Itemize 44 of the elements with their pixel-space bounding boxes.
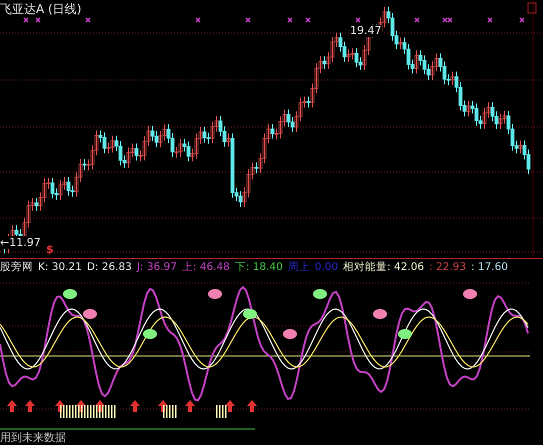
signal-marker [63,289,77,299]
legend-value: D: 26.83 [86,260,132,274]
high-price-label: 19.47 [350,25,382,37]
cross-mark [287,17,293,23]
legend-value: K: 30.21 [38,260,82,274]
legend-value: 股旁网 [0,260,33,274]
low-price-label: ←11.97 [0,236,41,249]
up-arrow-icon [7,400,17,412]
signal-marker [313,289,327,299]
legend-value: : 17.60 [471,260,508,274]
up-arrow-icon [247,400,257,412]
cross-mark [245,17,251,23]
signal-marker [208,289,222,299]
chart-title: 飞亚达A (日线) [0,1,82,18]
cross-mark [487,17,493,23]
signal-marker [283,329,297,339]
legend-value: 相对能量: 42.06 [343,260,424,274]
legend-value: 上: 46.48 [182,260,230,274]
up-arrow-icon [25,400,35,412]
legend-value: 0.00 [314,260,338,274]
signal-marker [373,309,387,319]
cross-mark [35,17,41,23]
legend-value: 周上 [288,260,310,274]
cross-mark [85,17,91,23]
legend-value: J: 36.97 [136,260,177,274]
up-arrow-icon [130,400,140,412]
legend-value: 下: 18.40 [234,260,283,274]
cross-mark [355,17,361,23]
legend-value: : 22.93 [429,260,466,274]
cross-mark [414,17,420,23]
up-arrow-icon [185,400,195,412]
signal-marker [463,289,477,299]
square-mark [528,2,536,14]
up-arrow-icon [225,400,235,412]
signal-marker [398,329,412,339]
cross-mark [195,17,201,23]
cross-mark [305,17,311,23]
footer-note: 用到未来数据 [0,430,66,445]
signal-mark: $ [46,243,54,256]
signal-marker [143,329,157,339]
signal-marker [243,309,257,319]
cross-mark [519,17,525,23]
cross-mark [23,17,29,23]
signal-marker [83,309,97,319]
